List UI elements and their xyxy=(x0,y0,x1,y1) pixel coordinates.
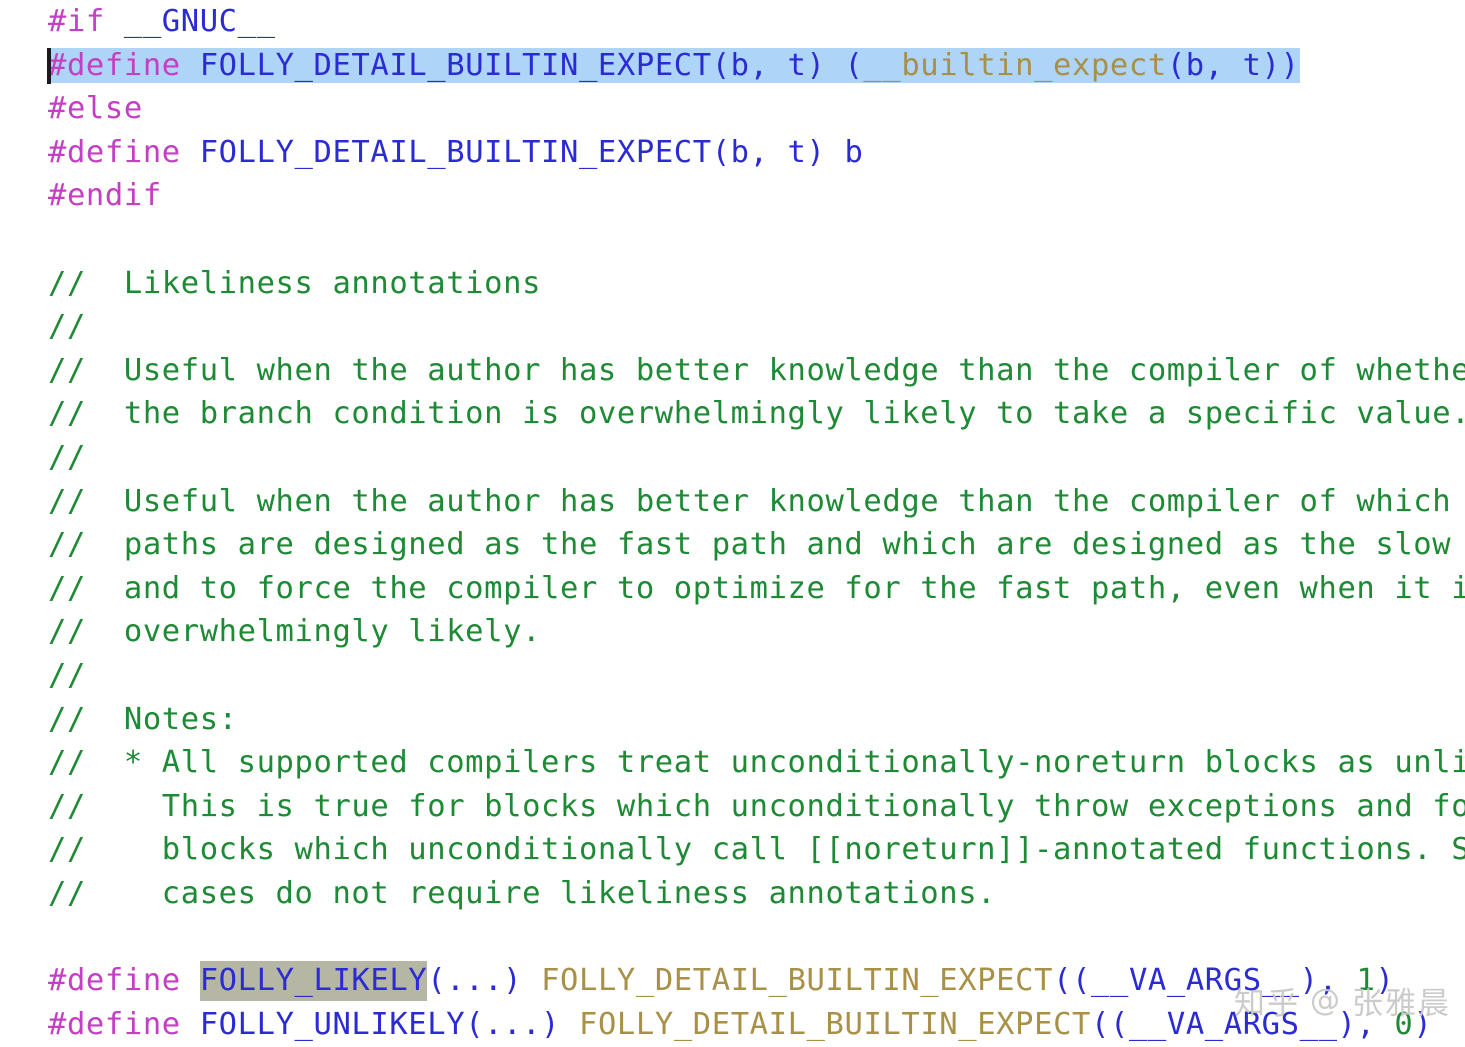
close-paren: ) xyxy=(1375,963,1395,999)
code-line-comment[interactable]: // overwhelmingly likely. xyxy=(0,610,1465,654)
preprocessor-keyword: #define xyxy=(48,47,181,83)
comment-text: // This is true for blocks which uncondi… xyxy=(48,788,1465,824)
code-line-comment[interactable]: // xyxy=(0,305,1465,349)
preprocessor-keyword: #else xyxy=(48,91,143,127)
code-line-comment[interactable]: // paths are designed as the fast path a… xyxy=(0,523,1465,567)
comment-text: // xyxy=(48,309,86,345)
va-args-identifier: __VA_ARGS__ xyxy=(1091,963,1300,999)
macro-identifier: FOLLY_DETAIL_BUILTIN_EXPECT(b, t) xyxy=(199,47,826,83)
open-paren: ( xyxy=(844,47,864,83)
numeric-literal: 1 xyxy=(1356,963,1376,999)
code-line[interactable]: #endif xyxy=(0,174,1465,218)
function-name: __builtin_expect xyxy=(863,47,1167,83)
va-args-identifier: __VA_ARGS__ xyxy=(1128,1006,1338,1042)
code-line-comment[interactable]: // blocks which unconditionally call [[n… xyxy=(0,828,1465,872)
macro-parameters: (...) xyxy=(465,1006,561,1042)
argument-separator: ), xyxy=(1337,1006,1395,1042)
code-line-comment[interactable]: // cases do not require likeliness annot… xyxy=(0,872,1465,916)
code-line-comment[interactable]: // and to force the compiler to optimize… xyxy=(0,567,1465,611)
macro-identifier: FOLLY_DETAIL_BUILTIN_EXPECT(b, t) b xyxy=(199,134,864,170)
code-line-comment[interactable]: // Notes: xyxy=(0,698,1465,742)
code-line[interactable]: #else xyxy=(0,87,1465,131)
code-line-comment[interactable]: // This is true for blocks which uncondi… xyxy=(0,785,1465,829)
close-paren: ) xyxy=(1413,1006,1433,1042)
code-line-comment[interactable]: // Likeliness annotations xyxy=(0,262,1465,306)
comment-text: // Useful when the author has better kno… xyxy=(48,483,1465,519)
code-line-blank[interactable] xyxy=(0,915,1465,959)
code-line-comment[interactable]: // xyxy=(0,436,1465,480)
preprocessor-keyword: #if xyxy=(48,4,105,39)
code-line[interactable]: #if __GNUC__ xyxy=(0,0,1465,44)
function-name: FOLLY_DETAIL_BUILTIN_EXPECT xyxy=(541,963,1054,999)
preprocessor-keyword: #define xyxy=(48,1006,181,1042)
code-line-comment[interactable]: // the branch condition is overwhelmingl… xyxy=(0,392,1465,436)
comment-text: // overwhelmingly likely. xyxy=(48,614,542,650)
comment-text: // cases do not require likeliness annot… xyxy=(48,875,997,911)
preprocessor-keyword: #define xyxy=(48,963,181,999)
text-caret xyxy=(47,47,51,84)
function-name: FOLLY_DETAIL_BUILTIN_EXPECT xyxy=(579,1006,1091,1042)
preprocessor-keyword: #define xyxy=(48,134,181,170)
code-line[interactable]: #define FOLLY_UNLIKELY(...) FOLLY_DETAIL… xyxy=(0,1003,1465,1047)
macro-identifier: __GNUC__ xyxy=(123,4,276,39)
close-paren: ) xyxy=(1280,47,1300,83)
comment-text: // Useful when the author has better kno… xyxy=(48,352,1465,388)
comment-text: // paths are designed as the fast path a… xyxy=(48,527,1465,563)
argument-separator: ), xyxy=(1299,963,1357,999)
macro-identifier-folly-unlikely: FOLLY_UNLIKELY xyxy=(199,1006,466,1042)
comment-text: // Likeliness annotations xyxy=(48,265,542,301)
comment-text: // and to force the compiler to optimize… xyxy=(48,570,1465,606)
numeric-literal: 0 xyxy=(1394,1006,1414,1042)
occurrence-highlight-folly-likely: FOLLY_LIKELY xyxy=(199,961,428,1002)
open-paren: (( xyxy=(1091,1006,1129,1042)
code-line-comment[interactable]: // xyxy=(0,654,1465,698)
call-arguments: (b, t) xyxy=(1166,47,1281,83)
code-line-selected[interactable]: #define FOLLY_DETAIL_BUILTIN_EXPECT(b, t… xyxy=(0,44,1465,88)
comment-text: // xyxy=(48,439,86,475)
code-line-comment[interactable]: // Useful when the author has better kno… xyxy=(0,349,1465,393)
preprocessor-keyword: #endif xyxy=(48,178,162,214)
comment-text: // * All supported compilers treat uncon… xyxy=(48,745,1465,781)
comment-text: // xyxy=(48,657,86,693)
comment-text: // blocks which unconditionally call [[n… xyxy=(48,832,1465,868)
comment-text: // the branch condition is overwhelmingl… xyxy=(48,396,1465,432)
code-line-blank[interactable] xyxy=(0,218,1465,262)
code-line[interactable]: #define FOLLY_LIKELY(...) FOLLY_DETAIL_B… xyxy=(0,959,1465,1003)
open-paren: (( xyxy=(1053,963,1092,999)
macro-parameters: (...) xyxy=(427,963,523,999)
code-content[interactable]: #if __GNUC__ #define FOLLY_DETAIL_BUILTI… xyxy=(0,0,1465,1046)
comment-text: // Notes: xyxy=(48,701,238,737)
code-line-comment[interactable]: // Useful when the author has better kno… xyxy=(0,480,1465,524)
code-line-comment[interactable]: // * All supported compilers treat uncon… xyxy=(0,741,1465,785)
code-line[interactable]: #define FOLLY_DETAIL_BUILTIN_EXPECT(b, t… xyxy=(0,131,1465,175)
code-editor[interactable]: #if __GNUC__ #define FOLLY_DETAIL_BUILTI… xyxy=(0,0,1465,1047)
